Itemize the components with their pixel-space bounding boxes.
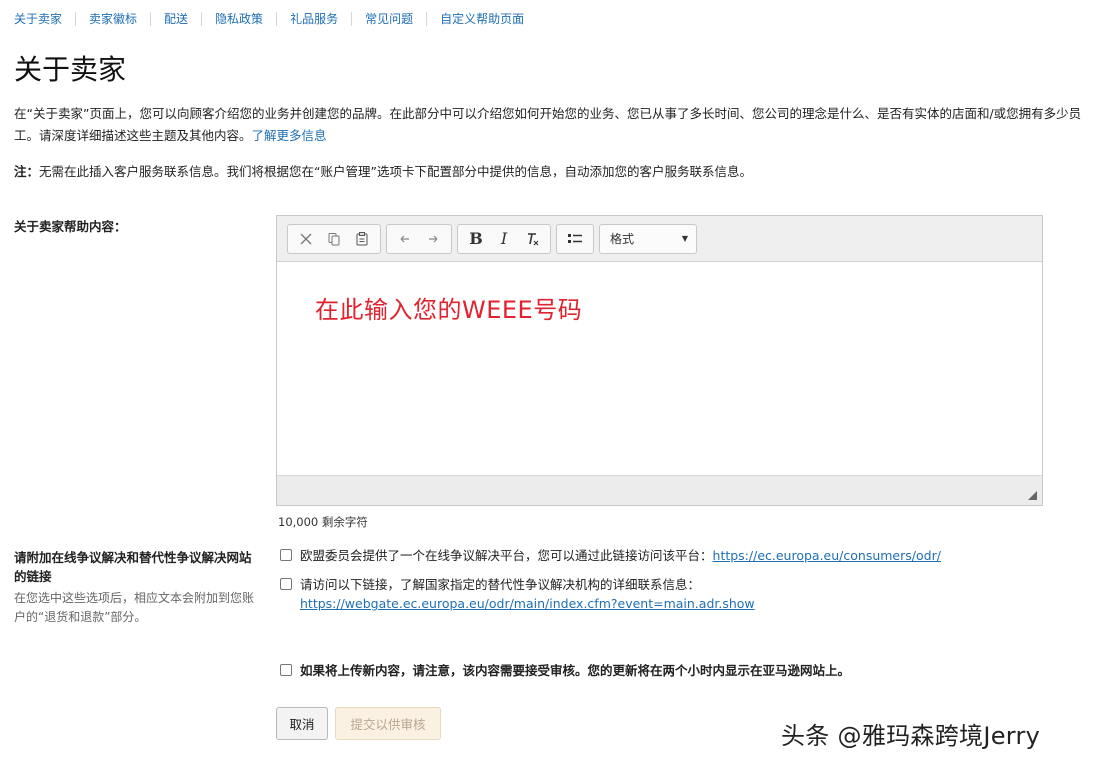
- history-group: [386, 223, 452, 254]
- review-confirm-option: 如果将上传新内容，请注意，该内容需要接受审核。您的更新将在两个小时内显示在亚马逊…: [280, 661, 850, 680]
- remaining-char-count: 10,000 剩余字符: [278, 515, 368, 529]
- cancel-button[interactable]: 取消: [276, 707, 328, 740]
- format-dropdown-label: 格式: [610, 232, 635, 246]
- chevron-down-icon: ▼: [681, 234, 688, 243]
- adr-bodies-label: 请访问以下链接，了解国家指定的替代性争议解决机构的详细联系信息：: [300, 577, 701, 592]
- dispute-links-label: 请附加在线争议解决和替代性争议解决网站的链接: [14, 550, 252, 584]
- odr-platform-checkbox[interactable]: [280, 549, 292, 561]
- copy-icon[interactable]: [320, 226, 348, 252]
- editor-status-bar: [277, 475, 1042, 505]
- nav-about-seller[interactable]: 关于卖家: [14, 10, 62, 27]
- odr-platform-label: 欧盟委员会提供了一个在线争议解决平台，您可以通过此链接访问该平台：: [300, 548, 713, 563]
- cut-icon[interactable]: [292, 226, 320, 252]
- editor-content-area[interactable]: 在此输入您的WEEE号码: [277, 262, 1042, 475]
- submit-for-review-button[interactable]: 提交以供审核: [335, 707, 441, 740]
- nav-custom-help-page[interactable]: 自定义帮助页面: [440, 10, 524, 27]
- page-title: 关于卖家: [14, 53, 127, 86]
- help-content-label: 关于卖家帮助内容：: [14, 219, 127, 234]
- nav-gift-service[interactable]: 礼品服务: [290, 10, 338, 27]
- nav-seller-logo[interactable]: 卖家徽标: [89, 10, 137, 27]
- remove-format-icon[interactable]: [518, 226, 546, 252]
- intro-text: 在“关于卖家”页面上，您可以向顾客介绍您的业务并创建您的品牌。在此部分中可以介绍…: [14, 106, 1082, 143]
- note-text: 无需在此插入客户服务联系信息。我们将根据您在“账户管理”选项卡下配置部分中提供的…: [39, 164, 752, 179]
- adr-bodies-text: 请访问以下链接，了解国家指定的替代性争议解决机构的详细联系信息： https://…: [300, 575, 755, 613]
- review-confirm-checkbox[interactable]: [280, 664, 292, 676]
- nav-divider: [426, 11, 428, 26]
- note-label: 注：: [14, 164, 40, 179]
- list-group: [556, 223, 594, 254]
- text-style-group: B I: [457, 223, 551, 254]
- redo-icon[interactable]: [419, 226, 447, 252]
- nav-divider: [276, 11, 278, 26]
- nav-faq[interactable]: 常见问题: [365, 10, 413, 27]
- nav-shipping[interactable]: 配送: [164, 10, 188, 27]
- editor-content-text: 在此输入您的WEEE号码: [315, 296, 583, 324]
- dispute-links-hint: 在您选中这些选项后，相应文本会附加到您账户的“退货和退款”部分。: [14, 591, 255, 624]
- odr-platform-text: 欧盟委员会提供了一个在线争议解决平台，您可以通过此链接访问该平台：https:/…: [300, 546, 941, 565]
- resize-handle-icon[interactable]: [1028, 491, 1037, 500]
- nav-divider: [201, 11, 203, 26]
- clipboard-group: [287, 223, 381, 254]
- undo-icon[interactable]: [391, 226, 419, 252]
- intro-paragraph: 在“关于卖家”页面上，您可以向顾客介绍您的业务并创建您的品牌。在此部分中可以介绍…: [14, 103, 1084, 147]
- note-paragraph: 注：无需在此插入客户服务联系信息。我们将根据您在“账户管理”选项卡下配置部分中提…: [14, 162, 1084, 182]
- odr-platform-link[interactable]: https://ec.europa.eu/consumers/odr/: [713, 548, 941, 563]
- editor-toolbar: B I 格式 ▼: [277, 216, 1042, 262]
- adr-bodies-checkbox[interactable]: [280, 578, 292, 590]
- learn-more-link[interactable]: 了解更多信息: [252, 128, 327, 143]
- italic-icon[interactable]: I: [490, 226, 518, 252]
- nav-divider: [75, 11, 77, 26]
- top-nav: 关于卖家 卖家徽标 配送 隐私政策 礼品服务 常见问题 自定义帮助页面: [14, 10, 524, 27]
- adr-bodies-option: 请访问以下链接，了解国家指定的替代性争议解决机构的详细联系信息： https://…: [280, 575, 755, 613]
- odr-platform-option: 欧盟委员会提供了一个在线争议解决平台，您可以通过此链接访问该平台：https:/…: [280, 546, 941, 565]
- watermark-text: 头条 @雅玛森跨境Jerry: [781, 722, 1041, 750]
- adr-bodies-link[interactable]: https://webgate.ec.europa.eu/odr/main/in…: [300, 596, 755, 611]
- paste-icon[interactable]: [348, 226, 376, 252]
- nav-divider: [150, 11, 152, 26]
- bold-icon[interactable]: B: [462, 226, 490, 252]
- bulleted-list-icon[interactable]: [561, 226, 589, 252]
- nav-divider: [351, 11, 353, 26]
- nav-privacy-policy[interactable]: 隐私政策: [215, 10, 263, 27]
- rich-text-editor: B I 格式 ▼ 在此输入您的WEEE号码: [276, 215, 1043, 506]
- review-confirm-text: 如果将上传新内容，请注意，该内容需要接受审核。您的更新将在两个小时内显示在亚马逊…: [300, 663, 851, 678]
- format-dropdown[interactable]: 格式 ▼: [599, 223, 697, 254]
